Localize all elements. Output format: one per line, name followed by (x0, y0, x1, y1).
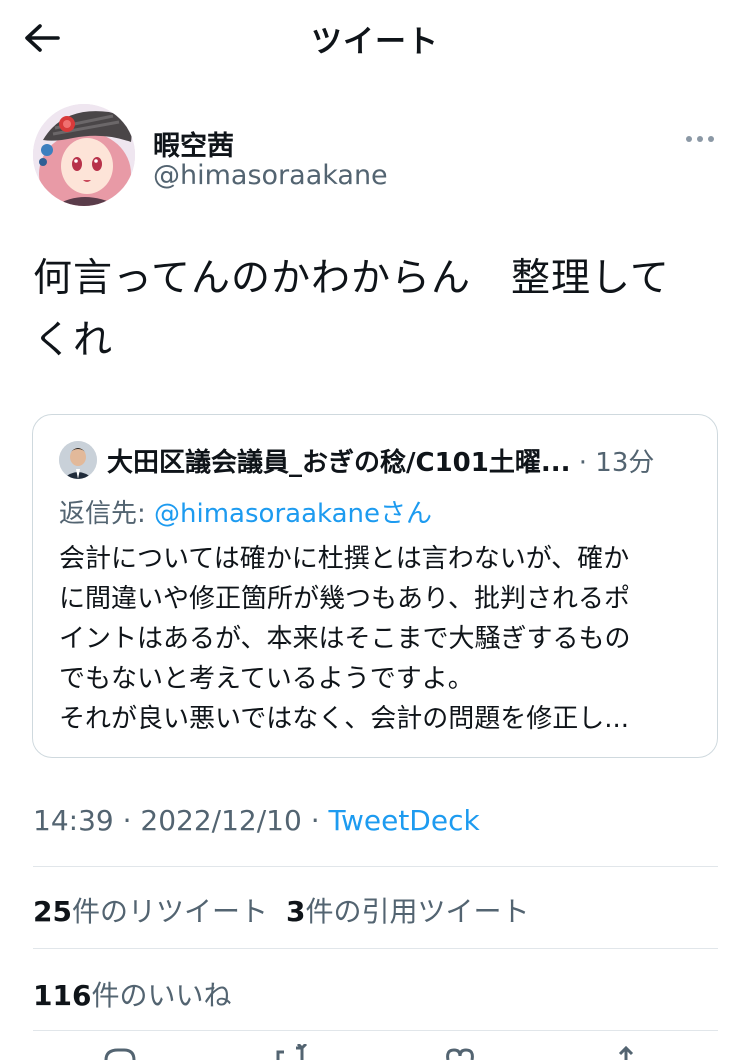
quote-text-line: でもないと考えているようですよ。 (59, 664, 474, 694)
like-icon[interactable] (440, 1044, 480, 1060)
tweet-meta: 14:39 · 2022/12/10 · TweetDeck (33, 804, 480, 837)
quote-timestamp: 13分 (595, 448, 655, 478)
divider (33, 948, 718, 949)
separator-dot: · (570, 448, 596, 478)
divider (33, 866, 718, 867)
more-options-button[interactable] (683, 129, 717, 149)
quote-text-line: 会計については確かに杜撰とは言わないが、確か (59, 544, 630, 574)
quote-text: 会計については確かに杜撰とは言わないが、確か に間違いや修正箇所が幾つもあり、批… (59, 539, 699, 739)
retweets-count: 25 (33, 895, 72, 928)
divider (33, 1030, 718, 1031)
reply-to-line: 返信先: @himasoraakaneさん (59, 493, 432, 530)
page-title: ツイート (311, 24, 439, 60)
tweet-text: 何言ってんのかわからん 整理して くれ (33, 248, 713, 372)
reply-icon[interactable] (100, 1044, 140, 1060)
more-horizontal-icon (686, 136, 714, 142)
author-display-name[interactable]: 暇空茜 (153, 124, 234, 163)
avatar-photo (59, 441, 97, 479)
tweet-source-link[interactable]: TweetDeck (329, 804, 480, 837)
reply-prefix: 返信先: (59, 499, 155, 529)
retweets-stat[interactable]: 25件のリツイート (33, 895, 268, 928)
quote-text-line: それが良い悪いではなく、会計の問題を修正し... (59, 704, 630, 734)
quote-text-line: に間違いや修正箇所が幾つもあり、批判されるポ (59, 584, 630, 614)
share-icon[interactable] (606, 1044, 646, 1060)
quotes-count: 3 (285, 895, 306, 928)
tweet-date[interactable]: 2022/12/10 (140, 804, 301, 837)
tweet-text-line: くれ (33, 318, 114, 363)
retweets-label: 件のリツイート (71, 895, 268, 928)
quotes-stat[interactable]: 3件の引用ツイート (286, 895, 530, 928)
tweet-text-line: 何言ってんのかわからん 整理して (33, 256, 670, 301)
quotes-label: 件の引用ツイート (305, 895, 530, 928)
action-bar (0, 1044, 750, 1060)
top-bar: ツイート (0, 0, 750, 76)
separator-dot: · (301, 804, 329, 837)
separator-dot: · (113, 804, 141, 837)
author-handle[interactable]: @himasoraakane (153, 160, 388, 191)
avatar[interactable] (33, 104, 135, 206)
quote-author-name: 大田区議会議員_おぎの稔/C101土曜... (107, 448, 571, 478)
quote-author-avatar (59, 441, 97, 479)
tweet-time[interactable]: 14:39 (33, 804, 114, 837)
likes-stat[interactable]: 116件のいいね (33, 979, 231, 1012)
likes-row: 116件のいいね (33, 974, 231, 1014)
reply-suffix: さん (380, 499, 433, 529)
stats-row: 25件のリツイート 3件の引用ツイート (33, 890, 529, 930)
tweet-author: 暇空茜 @himasoraakane (33, 104, 723, 210)
likes-count: 116 (33, 979, 92, 1012)
quote-header: 大田区議会議員_おぎの稔/C101土曜... · 13分 (107, 442, 697, 480)
quoted-tweet[interactable]: 大田区議会議員_おぎの稔/C101土曜... · 13分 返信先: @himas… (32, 414, 718, 758)
quote-text-line: イントはあるが、本来はそこまで大騒ぎするもの (59, 624, 631, 654)
retweet-icon[interactable] (270, 1044, 310, 1060)
avatar-illustration (33, 104, 135, 206)
reply-mention-link[interactable]: @himasoraakane (154, 499, 380, 529)
likes-label: 件のいいね (91, 979, 232, 1012)
